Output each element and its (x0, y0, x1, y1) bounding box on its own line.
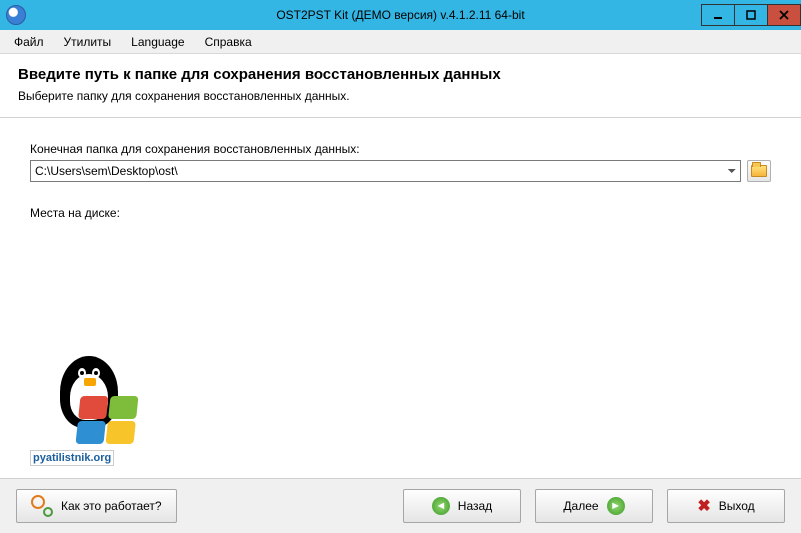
title-bar: OST2PST Kit (ДЕМО версия) v.4.1.2.11 64-… (0, 0, 801, 30)
back-button[interactable]: ◄ Назад (403, 489, 521, 523)
wizard-body: Конечная папка для сохранения восстановл… (0, 118, 801, 478)
menu-language[interactable]: Language (121, 32, 194, 52)
next-label: Далее (563, 499, 598, 513)
logo-art (40, 356, 150, 446)
browse-button[interactable] (747, 160, 771, 182)
app-icon (6, 5, 26, 25)
menu-help[interactable]: Справка (195, 32, 262, 52)
watermark-logo: pyatilistnik.org (30, 356, 160, 466)
exit-button[interactable]: ✖ Выход (667, 489, 785, 523)
windows-flag-icon (75, 396, 138, 444)
maximize-button[interactable] (734, 4, 768, 26)
page-title: Введите путь к папке для сохранения восс… (18, 66, 783, 83)
close-x-icon: ✖ (697, 496, 710, 516)
arrow-right-icon: ► (607, 497, 625, 515)
close-button[interactable] (767, 4, 801, 26)
how-it-works-button[interactable]: Как это работает? (16, 489, 177, 523)
wizard-footer: Как это работает? ◄ Назад Далее ► ✖ Выхо… (0, 478, 801, 533)
next-button[interactable]: Далее ► (535, 489, 653, 523)
menu-bar: Файл Утилиты Language Справка (0, 30, 801, 54)
back-label: Назад (458, 499, 492, 513)
folder-icon (751, 165, 767, 177)
window-title: OST2PST Kit (ДЕМО версия) v.4.1.2.11 64-… (0, 8, 801, 22)
menu-file[interactable]: Файл (4, 32, 54, 52)
destination-row: C:\Users\sem\Desktop\ost\ (30, 160, 771, 182)
destination-path-select[interactable]: C:\Users\sem\Desktop\ost\ (30, 160, 741, 182)
wizard-header: Введите путь к папке для сохранения восс… (0, 54, 801, 118)
gear-icon (31, 495, 53, 517)
menu-utilities[interactable]: Утилиты (54, 32, 122, 52)
disk-space-label: Места на диске: (30, 206, 771, 220)
arrow-left-icon: ◄ (432, 497, 450, 515)
page-subtitle: Выберите папку для сохранения восстановл… (18, 89, 783, 103)
logo-text: pyatilistnik.org (30, 450, 114, 466)
exit-label: Выход (719, 499, 755, 513)
window-controls (702, 4, 801, 26)
how-it-works-label: Как это работает? (61, 499, 162, 513)
destination-label: Конечная папка для сохранения восстановл… (30, 142, 771, 156)
minimize-button[interactable] (701, 4, 735, 26)
